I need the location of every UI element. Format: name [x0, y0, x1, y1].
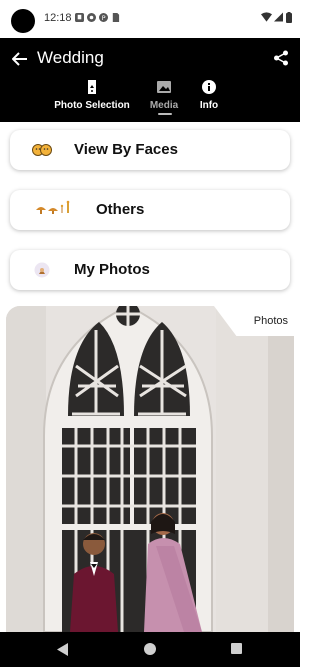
image-icon: [157, 81, 171, 93]
wifi-icon: [261, 12, 272, 22]
tab-label: Media: [149, 100, 179, 111]
notification-icon: [75, 13, 84, 22]
back-nav-icon[interactable]: [57, 643, 69, 656]
arrow-left-icon[interactable]: [12, 51, 28, 67]
page-title: Wedding: [37, 48, 104, 67]
card-label: My Photos: [74, 261, 150, 278]
home-nav-icon[interactable]: [144, 643, 156, 655]
card-label: View By Faces: [74, 141, 178, 158]
view-by-faces-button[interactable]: View By Faces: [10, 130, 290, 170]
card-label: Others: [96, 201, 145, 218]
photos-label: Photos: [253, 315, 288, 327]
battery-icon: [286, 12, 292, 23]
wedding-photo[interactable]: [6, 306, 294, 632]
camera-cutout: [11, 9, 35, 33]
photo-selection-icon: [88, 80, 96, 94]
faces-icon: [32, 144, 52, 156]
tab-info[interactable]: Info: [196, 80, 222, 111]
tab-label: Photo Selection: [54, 100, 130, 111]
sim-icon: [112, 13, 120, 22]
circle-app-icon: [87, 13, 96, 22]
my-photos-button[interactable]: My Photos: [10, 250, 290, 290]
app-bar: Wedding Photo Selection Media Info: [0, 38, 300, 122]
others-icon: [36, 200, 70, 214]
my-photos-icon: [34, 262, 50, 278]
others-button[interactable]: Others: [10, 190, 290, 230]
p-app-icon: P: [99, 13, 108, 22]
tab-label: Info: [199, 100, 219, 111]
tab-photo-selection[interactable]: Photo Selection: [54, 80, 130, 111]
tab-media[interactable]: Media: [146, 80, 182, 111]
status-bar: 12:18 P: [0, 0, 300, 38]
status-time: 12:18: [44, 12, 72, 24]
svg-text:P: P: [102, 15, 106, 22]
tab-indicator: [158, 113, 172, 115]
share-icon[interactable]: [273, 50, 289, 66]
signal-icon: [274, 12, 283, 22]
info-icon: [202, 80, 216, 94]
couple-photo-image: [6, 306, 294, 632]
system-nav-bar: [0, 632, 300, 667]
recents-nav-icon[interactable]: [231, 643, 242, 654]
